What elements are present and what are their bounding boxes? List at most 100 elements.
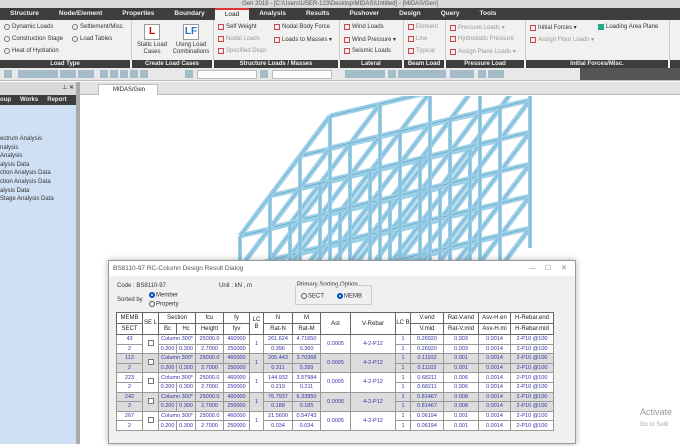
tab-midas-gen[interactable]: MIDAS/Gen ✕ [98,84,158,104]
table-row[interactable]: 112 Column 300* 25000.0 460000 1 205.443 3.703… [116,353,554,374]
col-h-rebar-mid[interactable]: H-Rebar.mid [510,323,554,335]
initial-forces-button[interactable]: Initial Forces ▾ [530,24,577,31]
heat-of-hydration-button[interactable]: Heat of Hydration [4,48,59,54]
assign-plane-loads-button[interactable]: Assign Plane Loads ▾ [450,48,516,55]
memb-radio[interactable]: MEMB [337,293,362,300]
toolbar-tool-icon[interactable] [18,70,26,78]
table-row[interactable]: 43 Column 300* 25000.0 460000 1 261.624 4.7165… [116,333,554,355]
select-checkbox[interactable] [142,391,159,412]
static-load-cases-button[interactable]: L Static Load Cases [136,24,168,56]
menu-tab-structure[interactable]: Structure [0,8,49,20]
toolbar-tool-icon[interactable] [488,70,496,78]
sort-member-radio[interactable]: Member [149,292,178,299]
tab-group[interactable]: oup [0,95,11,105]
settlement-button[interactable]: Settlement/Misc. [72,24,124,30]
toolbar-tool-icon[interactable] [42,70,50,78]
self-weight-button[interactable]: Self Weight [218,24,257,30]
table-row[interactable]: 223 Column 300* 25000.0 460000 1 144.932 3.579… [116,372,554,393]
toolbar-tool-icon[interactable] [398,70,406,78]
toolbar-combo-2[interactable] [272,70,332,79]
toolbar-tool-icon[interactable] [450,70,458,78]
toolbar-tool-icon[interactable] [260,70,268,78]
col-height[interactable]: Height [195,323,224,335]
col-rat-n[interactable]: Rat-N [263,323,293,335]
menu-tab-tools[interactable]: Tools [470,8,507,20]
menu-tab-results[interactable]: Results [296,8,339,20]
toolbar-tool-icon[interactable] [496,70,504,78]
toolbar-tool-icon[interactable] [50,70,58,78]
toolbar-tool-icon[interactable] [60,70,68,78]
tree-item[interactable]: alysis Data [0,187,76,196]
toolbar-tool-icon[interactable] [86,70,94,78]
toolbar-tool-icon[interactable] [430,70,438,78]
tree-item[interactable]: ction Analysis Data [0,178,76,187]
toolbar-tool-icon[interactable] [458,70,466,78]
menu-tab-boundary[interactable]: Boundary [164,8,214,20]
hydrostatic-pressure-button[interactable]: Hydrostatic Pressure [450,36,514,42]
col-n[interactable]: N [263,312,293,324]
toolbar-tool-icon[interactable] [100,70,108,78]
toolbar-tool-icon[interactable] [4,70,12,78]
col-v-end[interactable]: V.end [410,312,444,324]
col-asv-h-end[interactable]: Asv-H.en [478,312,511,324]
col-section[interactable]: Section [158,312,196,324]
menu-tab-analysis[interactable]: Analysis [249,8,296,20]
sort-property-radio[interactable]: Property [149,301,179,308]
toolbar-tool-icon[interactable] [406,70,414,78]
col-fcu[interactable]: fcu [195,312,224,324]
toolbar-tool-icon[interactable] [34,70,42,78]
menu-tab-node-element[interactable]: Node/Element [49,8,112,20]
menu-tab-query[interactable]: Query [431,8,470,20]
toolbar-tool-icon[interactable] [377,70,385,78]
toolbar-tool-icon[interactable] [120,70,128,78]
col-lcb[interactable]: LC B [249,312,264,335]
element-button[interactable]: Element [408,24,438,30]
toolbar-tool-icon[interactable] [353,70,361,78]
tab-works[interactable]: Works [20,95,38,105]
seismic-loads-button[interactable]: Seismic Loads [344,48,391,54]
toolbar-tool-icon[interactable] [466,70,474,78]
assign-floor-loads-button[interactable]: Assign Floor Loads ▾ [530,36,594,43]
col-rat-m[interactable]: Rat-M [292,323,321,335]
toolbar-tool-icon[interactable] [130,70,138,78]
col-sect[interactable]: SECT [116,323,143,335]
nodal-body-force-button[interactable]: Nodal Body Force [274,24,330,30]
specified-displ-button[interactable]: Specified Displ. [218,48,267,54]
menu-tab-load[interactable]: Load [214,8,250,20]
col-v-mid[interactable]: V.mid [410,323,444,335]
tree-item[interactable]: ction Analysis Data [0,169,76,178]
toolbar-tool-icon[interactable] [68,70,76,78]
toolbar-tool-icon[interactable] [110,70,118,78]
col-rat-v-mid[interactable]: Rat-V.mid [443,323,479,335]
col-lcb2[interactable]: LC B [395,312,411,335]
tree-item[interactable]: nalysis [0,144,76,153]
toolbar-tool-icon[interactable] [140,70,148,78]
col-v-rebar[interactable]: V-Rebar [350,312,396,335]
maximize-button[interactable]: ☐ [545,261,551,276]
toolbar-tool-icon[interactable] [369,70,377,78]
construction-stage-button[interactable]: Construction Stage [4,36,63,42]
col-rat-v-end[interactable]: Rat-V.end [443,312,479,324]
load-combinations-button[interactable]: LF Using Load Combinations [170,24,212,56]
col-bc[interactable]: Bc [158,323,177,335]
toolbar-tool-icon[interactable] [388,70,396,78]
menu-tab-properties[interactable]: Properties [112,8,164,20]
menu-tab-pushover[interactable]: Pushover [339,8,389,20]
toolbar-tool-icon[interactable] [438,70,446,78]
nodal-loads-button[interactable]: Nodal Loads [218,36,260,42]
minimize-button[interactable]: — [529,261,536,276]
col-fyv[interactable]: fyv [223,323,250,335]
toolbar-tool-icon[interactable] [361,70,369,78]
col-fy[interactable]: fy [223,312,250,324]
menu-tab-design[interactable]: Design [389,8,431,20]
toolbar-tool-icon[interactable] [422,70,430,78]
tree-item[interactable]: alysis Data [0,161,76,170]
tree-item[interactable]: ectrum Analysis [0,135,76,144]
select-checkbox[interactable] [142,333,159,355]
select-checkbox[interactable] [142,353,159,374]
toolbar-tool-icon[interactable] [26,70,34,78]
load-tables-button[interactable]: Load Tables [72,36,112,42]
col-sel[interactable]: SE L [142,312,159,335]
col-hc[interactable]: Hc [176,323,196,335]
toolbar-tool-icon[interactable] [78,70,86,78]
